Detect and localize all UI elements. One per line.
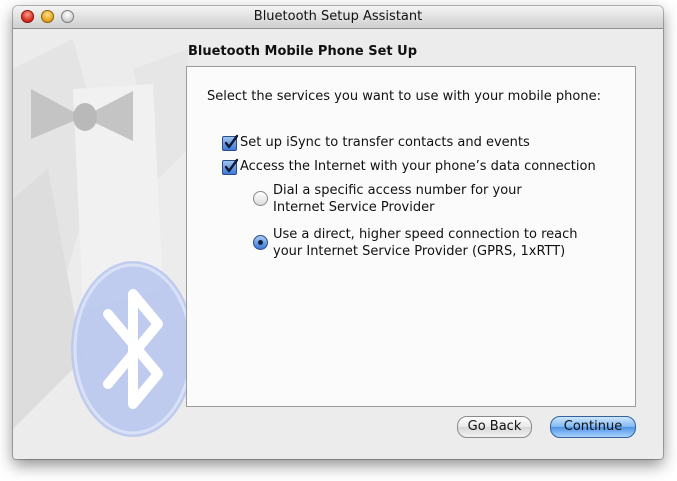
isync-label: Set up iSync to transfer contacts and ev… [240,135,530,150]
background-illustration [13,39,195,437]
direct-connection-label: Use a direct, higher speed connection to… [273,226,578,260]
direct-connection-line1: Use a direct, higher speed connection to… [273,227,578,242]
services-prompt: Select the services you want to use with… [207,89,601,104]
dial-access-label: Dial a specific access number for your I… [273,182,522,216]
internet-label: Access the Internet with your phone’s da… [240,159,596,174]
checkmark-icon [224,134,239,149]
direct-connection-line2: your Internet Service Provider (GPRS, 1x… [273,244,566,259]
internet-checkbox[interactable] [222,158,239,175]
title-bar[interactable]: Bluetooth Setup Assistant [13,6,663,29]
setup-assistant-window: Bluetooth Setup Assistant Bluetooth Mobi… [13,6,663,459]
dial-access-line1: Dial a specific access number for your [273,183,522,198]
bluetooth-icon [71,261,195,437]
checkmark-icon [224,158,239,173]
page-heading: Bluetooth Mobile Phone Set Up [188,44,418,59]
dial-access-radio[interactable] [253,191,268,206]
isync-checkbox[interactable] [222,134,239,151]
dial-access-line2: Internet Service Provider [273,200,435,215]
services-panel: Select the services you want to use with… [186,66,636,407]
go-back-button[interactable]: Go Back [457,416,532,438]
window-title: Bluetooth Setup Assistant [253,9,423,24]
continue-button[interactable]: Continue [550,416,636,438]
direct-connection-radio[interactable] [253,235,268,250]
